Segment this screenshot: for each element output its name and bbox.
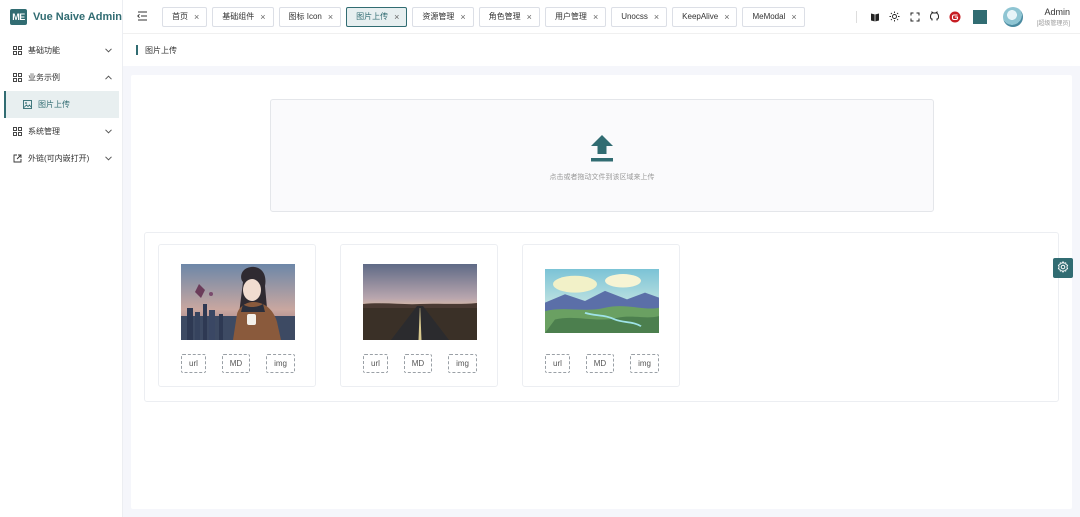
external-link-icon (12, 154, 22, 164)
copy-url-button[interactable]: url (363, 354, 388, 373)
fullscreen-icon[interactable] (909, 11, 921, 23)
tab-label: MeModal (752, 12, 786, 21)
image-actions: url MD img (545, 354, 659, 373)
close-icon[interactable]: × (394, 12, 399, 22)
tab-label: 图片上传 (356, 12, 389, 21)
sidebar-item-external-links[interactable]: 外链(可内嵌打开) (0, 145, 122, 172)
upload-icon (588, 133, 616, 163)
sidebar-item-system-management[interactable]: 系统管理 (0, 118, 122, 145)
copy-img-button[interactable]: img (630, 354, 659, 373)
image-thumbnail[interactable] (363, 264, 477, 340)
grid-icon (12, 127, 22, 137)
sidebar-item-image-upload[interactable]: 图片上传 (4, 91, 119, 118)
sidebar-item-label: 业务示例 (28, 73, 60, 82)
main-card: 点击或者拖动文件到该区域来上传 url MD img url MD img ur… (131, 75, 1072, 509)
close-icon[interactable]: × (724, 12, 729, 22)
tab-label: 角色管理 (488, 12, 521, 21)
copy-md-button[interactable]: MD (585, 354, 615, 373)
book-icon[interactable] (869, 11, 881, 23)
sidebar-item-label: 基础功能 (28, 46, 60, 55)
tab-resource-management[interactable]: 资源管理 × (412, 6, 474, 27)
upload-dropzone[interactable]: 点击或者拖动文件到该区域来上传 (270, 99, 934, 212)
menu-fold-icon (136, 10, 148, 24)
github-icon[interactable] (929, 11, 941, 23)
tab-image-upload[interactable]: 图片上传 × (346, 6, 408, 27)
close-icon[interactable]: × (260, 12, 265, 22)
tab-label: 首页 (172, 12, 188, 21)
user-info[interactable]: Admin [超级管理员] (1037, 7, 1070, 27)
sidebar-item-basic-features[interactable]: 基础功能 (0, 37, 122, 64)
chevron-up-icon (104, 74, 112, 82)
close-icon[interactable]: × (654, 12, 659, 22)
header-toolbar: Admin [超级管理员] (855, 6, 1080, 27)
grid-icon (12, 46, 22, 56)
chevron-down-icon (104, 47, 112, 55)
grid-icon (12, 73, 22, 83)
tab-bar: 首页 × 基础组件 × 图标 Icon × 图片上传 × 资源管理 × 角色管理 × 用户管… (162, 6, 805, 27)
tab-keepalive[interactable]: KeepAlive × (672, 6, 738, 27)
close-icon[interactable]: × (527, 12, 532, 22)
close-icon[interactable]: × (791, 12, 796, 22)
image-actions: url MD img (181, 354, 295, 373)
gear-icon (1057, 260, 1069, 276)
copy-md-button[interactable]: MD (403, 354, 433, 373)
tab-unocss[interactable]: Unocss × (611, 6, 668, 27)
image-gallery: url MD img url MD img url MD img (144, 232, 1059, 402)
sidebar-item-label: 图片上传 (38, 100, 70, 109)
tab-user-management[interactable]: 用户管理 × (544, 6, 607, 27)
tab-label: 基础组件 (222, 12, 255, 21)
image-card: url MD img (522, 244, 680, 387)
close-icon[interactable]: × (460, 12, 465, 22)
tab-label: 资源管理 (422, 12, 455, 21)
image-card: url MD img (158, 244, 316, 387)
sun-icon[interactable] (889, 11, 901, 23)
copy-md-button[interactable]: MD (221, 354, 251, 373)
image-card: url MD img (340, 244, 498, 387)
settings-button[interactable] (1053, 258, 1073, 278)
gitee-icon[interactable] (949, 11, 961, 23)
divider (855, 10, 857, 23)
tab-label: 用户管理 (554, 12, 587, 21)
tab-icon[interactable]: 图标 Icon × (278, 6, 342, 27)
image-actions: url MD img (363, 354, 477, 373)
sidebar-menu: 基础功能 业务示例 图片上传 系统管理 外链(可内嵌打开) (0, 37, 122, 172)
logo-badge: ME (10, 9, 27, 25)
tab-label: 图标 Icon (288, 12, 322, 21)
menu-collapse-button[interactable] (134, 9, 150, 25)
tab-memodal[interactable]: MeModal × (742, 6, 805, 27)
copy-url-button[interactable]: url (545, 354, 570, 373)
app-logo[interactable]: ME Vue Naive Admin (0, 0, 122, 34)
sidebar: ME Vue Naive Admin 基础功能 业务示例 图片上传 系统管理 外… (0, 0, 123, 517)
image-thumbnail[interactable] (545, 269, 659, 333)
copy-img-button[interactable]: img (448, 354, 477, 373)
image-icon (22, 100, 32, 110)
upload-hint: 点击或者拖动文件到该区域来上传 (549, 174, 655, 181)
breadcrumb: 图片上传 (123, 34, 1080, 66)
close-icon[interactable]: × (194, 12, 199, 22)
sidebar-item-business-examples[interactable]: 业务示例 (0, 64, 122, 91)
breadcrumb-current: 图片上传 (145, 45, 177, 55)
avatar[interactable] (1002, 6, 1023, 27)
copy-img-button[interactable]: img (266, 354, 295, 373)
breadcrumb-marker (136, 45, 138, 55)
tab-home[interactable]: 首页 × (162, 6, 208, 27)
app-title: Vue Naive Admin (32, 11, 122, 23)
close-icon[interactable]: × (593, 12, 598, 22)
copy-url-button[interactable]: url (181, 354, 206, 373)
user-role: [超级管理员] (1036, 20, 1070, 27)
image-thumbnail[interactable] (181, 264, 295, 340)
sidebar-item-label: 系统管理 (28, 127, 60, 136)
top-header: 首页 × 基础组件 × 图标 Icon × 图片上传 × 资源管理 × 角色管理 × 用户管… (123, 0, 1080, 34)
tab-label: KeepAlive (682, 12, 719, 21)
sidebar-item-label: 外链(可内嵌打开) (28, 154, 90, 163)
theme-color-picker[interactable] (972, 9, 987, 24)
tab-label: Unocss (621, 12, 648, 21)
chevron-down-icon (104, 128, 112, 136)
close-icon[interactable]: × (328, 12, 333, 22)
user-name: Admin (1044, 6, 1070, 17)
tab-basic-components[interactable]: 基础组件 × (212, 6, 274, 27)
tab-role-management[interactable]: 角色管理 × (478, 6, 540, 27)
chevron-down-icon (104, 155, 112, 163)
